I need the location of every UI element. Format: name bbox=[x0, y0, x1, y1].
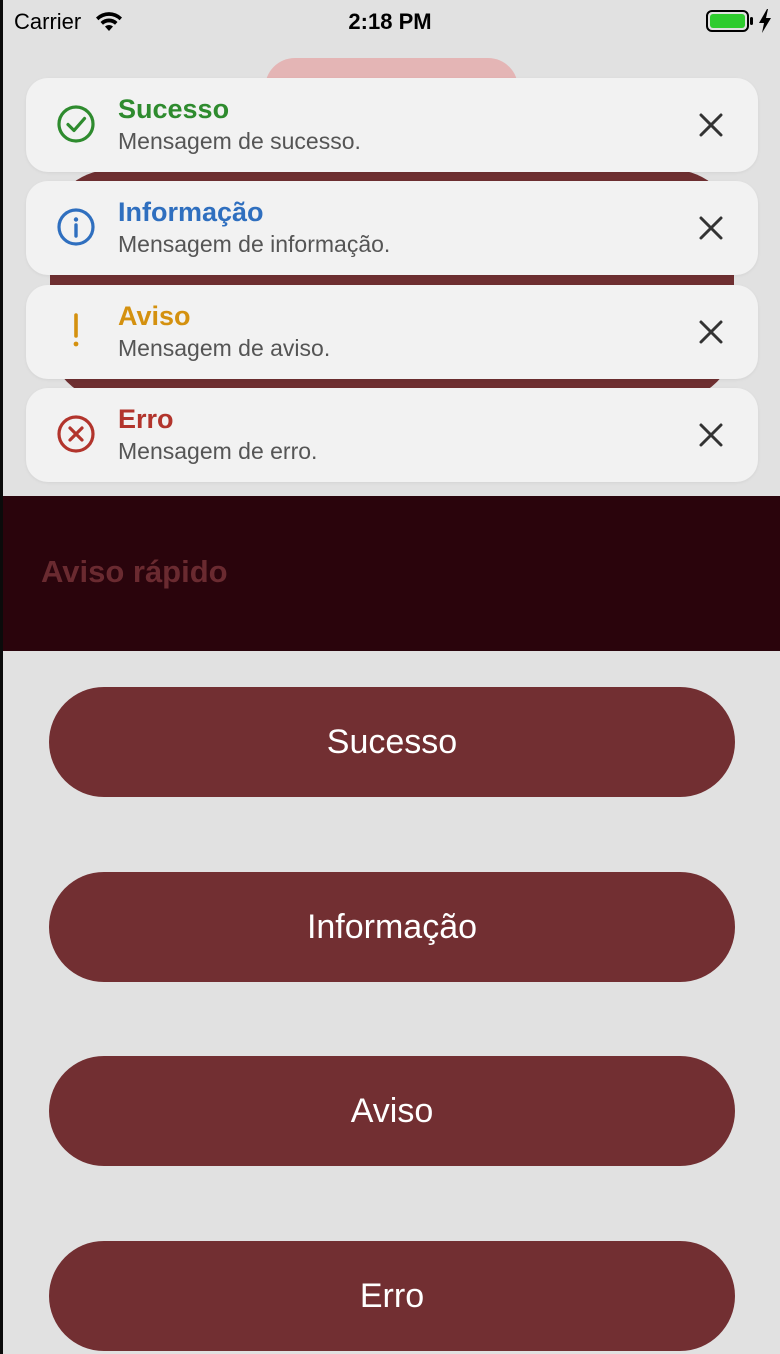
close-icon[interactable] bbox=[698, 112, 724, 138]
exclamation-icon bbox=[73, 313, 79, 347]
toast-title: Erro bbox=[118, 404, 174, 434]
status-bar: Carrier 2:18 PM bbox=[0, 0, 780, 44]
success-button[interactable]: Sucesso bbox=[49, 687, 735, 797]
toast-title: Aviso bbox=[118, 301, 191, 331]
toast-message: Mensagem de sucesso. bbox=[118, 128, 361, 154]
x-circle-icon bbox=[57, 415, 95, 453]
toast-title: Sucesso bbox=[118, 94, 230, 124]
close-icon[interactable] bbox=[698, 422, 724, 448]
close-icon[interactable] bbox=[698, 215, 724, 241]
toast-message: Mensagem de informação. bbox=[118, 231, 391, 257]
battery-icon bbox=[706, 10, 753, 32]
toast-message: Mensagem de aviso. bbox=[118, 335, 331, 361]
error-button[interactable]: Erro bbox=[49, 1241, 735, 1351]
charging-bolt-icon bbox=[759, 9, 771, 33]
header-bar: Aviso rápido bbox=[3, 496, 780, 651]
page-title: Aviso rápido bbox=[41, 554, 228, 589]
clock: 2:18 PM bbox=[348, 9, 432, 34]
close-icon[interactable] bbox=[698, 319, 724, 345]
toast-warning: Aviso Mensagem de aviso. bbox=[26, 285, 758, 379]
toast-error: Erro Mensagem de erro. bbox=[26, 388, 758, 482]
screen-edge bbox=[0, 0, 3, 1354]
toast-success: Sucesso Mensagem de sucesso. bbox=[26, 78, 758, 172]
info-circle-icon bbox=[57, 208, 95, 246]
check-circle-icon bbox=[57, 105, 95, 143]
info-button[interactable]: Informação bbox=[49, 872, 735, 982]
toast-title: Informação bbox=[118, 197, 264, 227]
toast-message: Mensagem de erro. bbox=[118, 438, 318, 464]
toast-info: Informação Mensagem de informação. bbox=[26, 181, 758, 275]
warning-button[interactable]: Aviso bbox=[49, 1056, 735, 1166]
